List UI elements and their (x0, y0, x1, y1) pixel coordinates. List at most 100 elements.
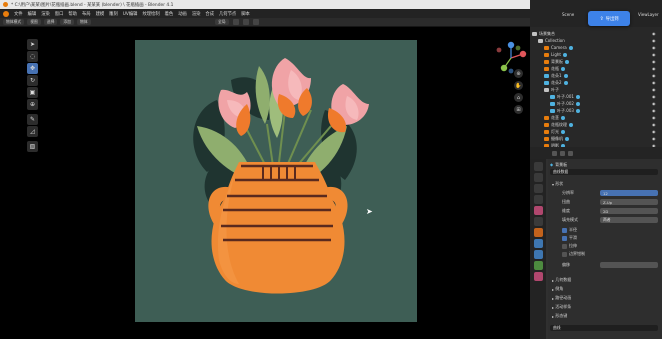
add-menu[interactable]: 添加 (60, 19, 74, 25)
workspace-sculpting[interactable]: 雕刻 (109, 11, 118, 17)
bounds-row[interactable]: 边界钳制 (562, 251, 585, 257)
blender-menu-icon[interactable] (3, 10, 9, 17)
workspace-layout[interactable]: 布局 (82, 11, 91, 17)
annotate-icon[interactable]: ✎ (27, 114, 38, 125)
scene-label[interactable]: Scene (562, 12, 574, 17)
workspace-compositing[interactable]: 合成 (205, 11, 214, 17)
outliner-row[interactable]: 叶子.002 (550, 100, 580, 107)
menu-help[interactable]: 帮助 (68, 11, 77, 17)
add-cube-icon[interactable]: ▧ (27, 141, 38, 152)
workspace-scripting[interactable]: 脚本 (241, 11, 250, 17)
view-layer-label[interactable]: ViewLayer (638, 12, 659, 17)
visibility-eye-icon[interactable]: ◉ (652, 30, 656, 37)
select-menu[interactable]: 选择 (43, 19, 58, 25)
proportional-edit-icon[interactable] (252, 19, 259, 25)
dim-select[interactable]: 2D (600, 208, 658, 214)
visibility-eye-icon[interactable]: ◉ (652, 65, 656, 72)
search-icon[interactable] (560, 150, 565, 156)
world-tab-icon[interactable] (533, 217, 543, 226)
pivot-icon[interactable] (232, 19, 239, 25)
grid-view-icon[interactable]: ⊞ (514, 105, 523, 114)
output-tab-icon[interactable] (533, 184, 543, 193)
scale-icon[interactable]: ▣ (27, 87, 38, 98)
view-menu[interactable]: 视图 (27, 19, 41, 25)
visibility-eye-icon[interactable]: ◉ (652, 114, 656, 121)
properties-editor-icon[interactable] (552, 150, 557, 156)
workspace-modeling[interactable]: 建模 (96, 11, 105, 17)
offset-field[interactable] (600, 262, 658, 268)
view-layer-tab-icon[interactable] (533, 195, 543, 204)
visibility-eye-icon[interactable]: ◉ (652, 135, 656, 142)
vase-illustration[interactable] (135, 40, 417, 322)
outliner-row[interactable]: 摄像机 (544, 135, 569, 142)
physics-tab-icon[interactable] (533, 250, 543, 259)
footer-curve-field[interactable]: 曲线 (550, 325, 658, 331)
outliner-row[interactable]: 花瓶 (544, 65, 565, 72)
visibility-eye-icon[interactable]: ◉ (652, 93, 656, 100)
modifier-tab-icon[interactable] (533, 239, 543, 248)
shape-section[interactable]: ▾ 形状 (552, 181, 563, 187)
visibility-eye-icon[interactable]: ◉ (652, 121, 656, 128)
outliner-row[interactable]: 花朵2 (544, 79, 568, 86)
transform-orientation[interactable]: 全局 (215, 19, 229, 25)
render-tab-icon[interactable] (533, 173, 543, 182)
outliner[interactable]: 场景集合 ◉ Collection ◉ Camera ◉ Light ◉ 背景板 ◉ 花瓶 ◉ 花朵1 ◉… (530, 27, 662, 148)
path-section[interactable]: ▸ 路径动画 (552, 295, 571, 301)
outliner-row[interactable]: 背景板 (544, 58, 569, 65)
outliner-row[interactable]: Collection (538, 37, 565, 44)
material-tab-icon[interactable] (533, 272, 543, 281)
stretch-row[interactable]: 拉伸 (562, 243, 577, 249)
visibility-eye-icon[interactable]: ◉ (652, 79, 656, 86)
snap-icon[interactable] (242, 19, 249, 25)
visibility-eye-icon[interactable]: ◉ (652, 72, 656, 79)
workspace-animation[interactable]: 动画 (178, 11, 187, 17)
outliner-row[interactable]: 场景集合 (532, 30, 555, 37)
menu-edit[interactable]: 编辑 (28, 11, 37, 17)
object-name[interactable]: 背景板 (555, 162, 567, 168)
select-cursor-icon[interactable]: ➤ (27, 39, 38, 50)
outliner-row[interactable]: Camera (544, 44, 573, 51)
menu-render[interactable]: 渲染 (41, 11, 50, 17)
workspace-rendering[interactable]: 渲染 (192, 11, 201, 17)
workspace-geometry-nodes[interactable]: 几何节点 (219, 11, 236, 17)
camera-view-icon[interactable]: ⌂ (514, 93, 523, 102)
outliner-row[interactable]: 叶子.003 (550, 107, 580, 114)
workspace-uv[interactable]: UV编辑 (123, 11, 138, 17)
section-title[interactable]: 曲线数据 (550, 169, 658, 175)
visibility-eye-icon[interactable]: ◉ (652, 100, 656, 107)
visibility-eye-icon[interactable]: ◉ (652, 51, 656, 58)
tool-tab-icon[interactable] (533, 162, 543, 171)
smooth-checkbox[interactable] (562, 235, 567, 241)
outliner-row[interactable]: 叶子.001 (550, 93, 580, 100)
shape-keys-section[interactable]: ▸ 形态键 (552, 313, 567, 319)
visibility-eye-icon[interactable]: ◉ (652, 107, 656, 114)
pin-icon[interactable] (568, 150, 573, 156)
outliner-row[interactable]: 花瓶纹理 (544, 121, 573, 128)
outliner-row[interactable]: Light (544, 51, 567, 58)
radius-checkbox[interactable] (562, 227, 567, 233)
mode-selector[interactable]: 物体模式 (3, 19, 25, 25)
object-tab-icon[interactable] (533, 228, 543, 237)
bounds-checkbox[interactable] (562, 251, 567, 257)
measure-icon[interactable]: ◿ (27, 126, 38, 137)
outliner-row[interactable]: 叶子 (544, 86, 559, 93)
outliner-row[interactable]: 灯光 (544, 128, 565, 135)
stretch-checkbox[interactable] (562, 243, 567, 249)
visibility-eye-icon[interactable]: ◉ (652, 128, 656, 135)
transform-icon[interactable]: ⊕ (27, 99, 38, 110)
rotate-icon[interactable]: ↻ (27, 75, 38, 86)
menu-file[interactable]: 文件 (14, 11, 23, 17)
3d-viewport[interactable]: ➤ ◌ ✥ ↻ ▣ ⊕ ✎ ◿ ▧ ⊕ ✋ ⌂ ⊞ ➤ (0, 27, 530, 339)
visibility-eye-icon[interactable]: ◉ (652, 44, 656, 51)
visibility-eye-icon[interactable]: ◉ (652, 58, 656, 65)
active-spline-section[interactable]: ▸ 活动样条 (552, 304, 571, 310)
workspace-texture-paint[interactable]: 纹理绘制 (142, 11, 159, 17)
pan-hand-icon[interactable]: ✋ (514, 81, 523, 90)
bevel-section[interactable]: ▸ 倒角 (552, 286, 563, 292)
fill-select[interactable]: 两者 (600, 217, 658, 223)
tweak-icon[interactable]: ◌ (27, 51, 38, 62)
zoom-icon[interactable]: ⊕ (514, 69, 523, 78)
workspace-shading[interactable]: 着色 (165, 11, 174, 17)
move-icon[interactable]: ✥ (27, 63, 38, 74)
menu-window[interactable]: 窗口 (55, 11, 64, 17)
